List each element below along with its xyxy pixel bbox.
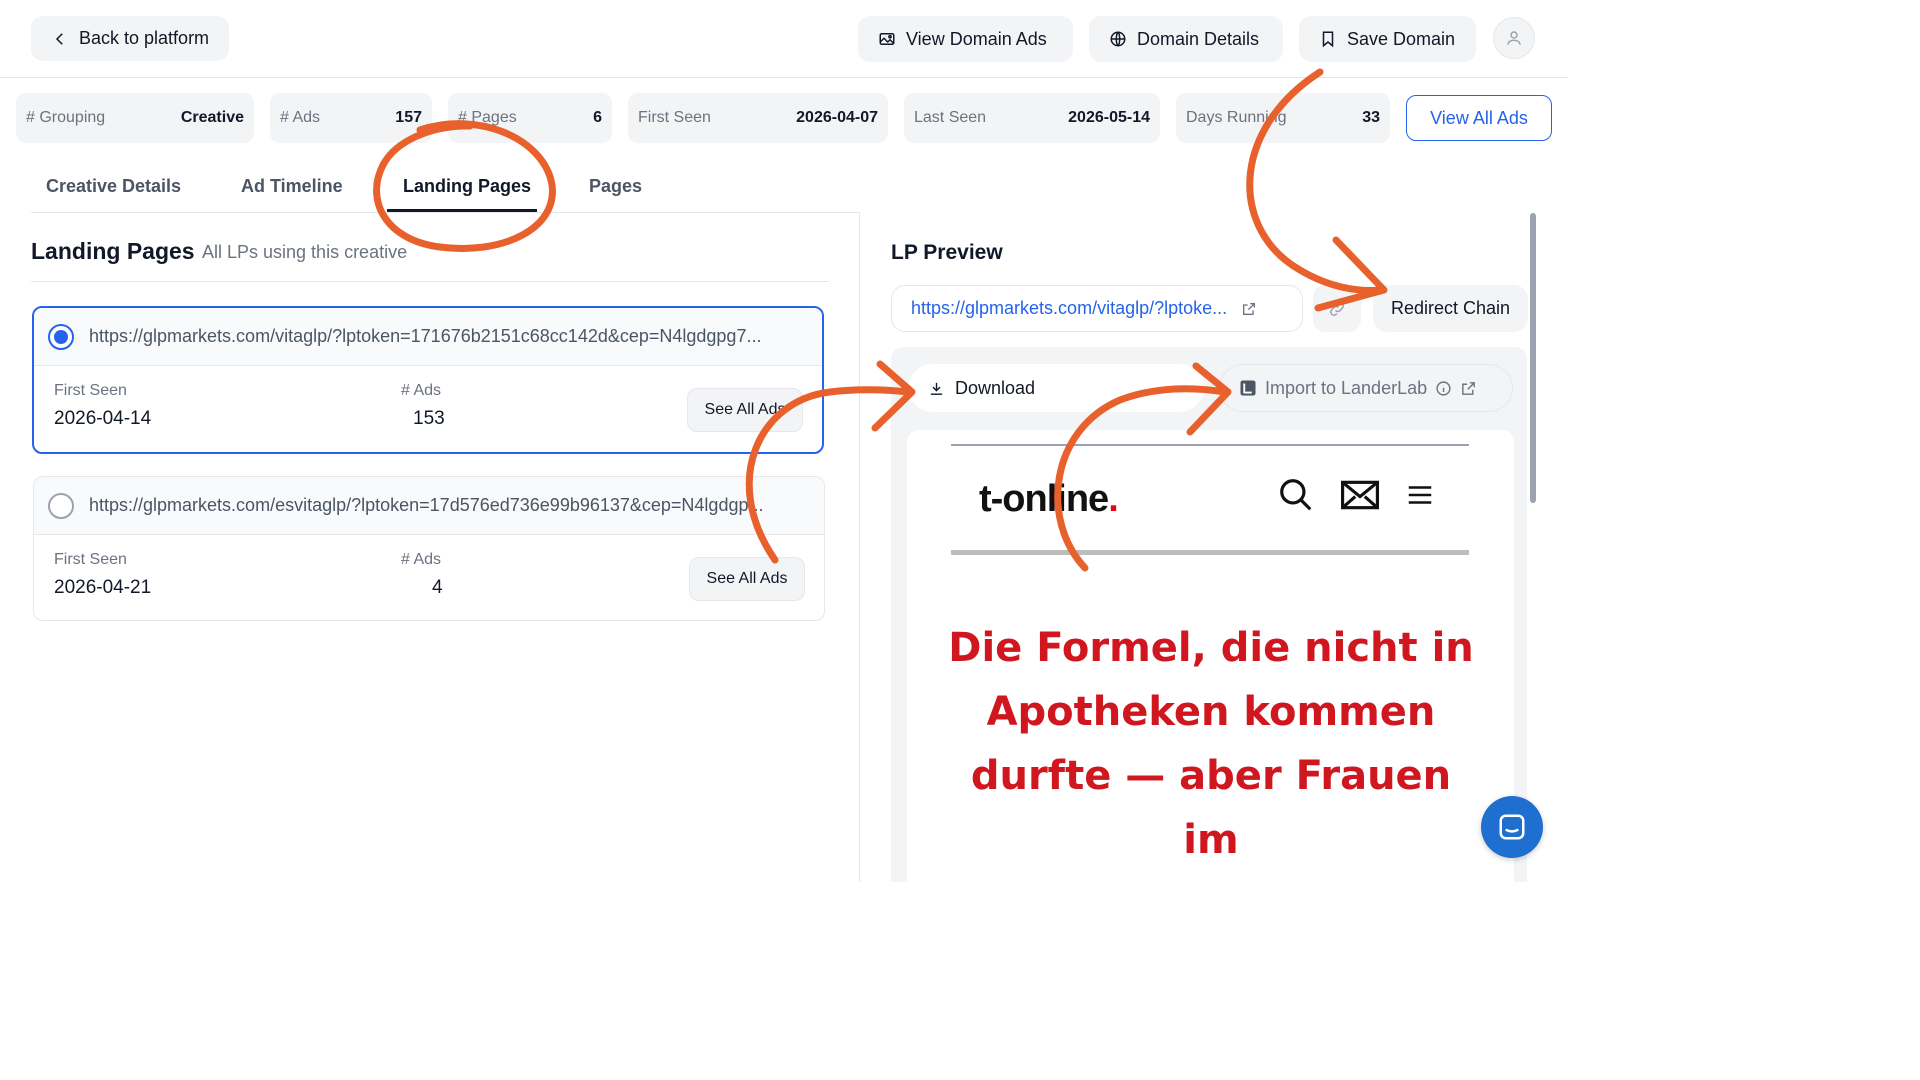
stat-ads: # Ads 157 xyxy=(270,93,432,143)
tab-bar: Creative Details Ad Timeline Landing Pag… xyxy=(31,160,860,213)
landing-page-preview: t-online. Die Formel, die nicht in Apoth… xyxy=(907,430,1514,882)
download-button[interactable]: Download xyxy=(908,364,1204,412)
stat-ads-label: # Ads xyxy=(280,109,321,126)
landing-pages-subtitle: All LPs using this creative xyxy=(202,242,408,262)
stat-pages-value: 6 xyxy=(593,109,602,126)
site-bottom-rule xyxy=(951,550,1469,555)
landing-page-card-body: First Seen 2026-04-21 # Ads 4 See All Ad… xyxy=(34,535,824,620)
preview-url[interactable]: https://glpmarkets.com/vitaglp/?lptoke..… xyxy=(911,298,1227,319)
stat-first-seen-value: 2026-04-07 xyxy=(796,109,878,126)
landing-page-radio[interactable] xyxy=(48,492,74,519)
search-icon xyxy=(1280,479,1312,511)
user-icon xyxy=(1507,31,1521,45)
lp-preview-title: LP Preview xyxy=(891,241,1003,264)
landing-pages-title: Landing Pages xyxy=(31,238,195,264)
site-top-rule xyxy=(951,444,1469,446)
domain-details-label: Domain Details xyxy=(1137,28,1260,49)
see-all-ads-button[interactable]: See All Ads xyxy=(689,557,805,601)
site-logo-text: t-online xyxy=(979,478,1109,520)
external-link-icon[interactable] xyxy=(1460,380,1477,397)
stat-first-seen-label: First Seen xyxy=(638,109,711,126)
save-domain-button[interactable]: Save Domain xyxy=(1299,16,1476,62)
copy-link-button[interactable] xyxy=(1313,285,1361,332)
stat-grouping-value: Creative xyxy=(180,109,244,126)
site-logo: t-online. xyxy=(979,478,1119,521)
domain-details-button[interactable]: Domain Details xyxy=(1089,16,1283,62)
tab-pages[interactable]: Pages xyxy=(589,176,642,197)
landing-page-card[interactable]: https://glpmarkets.com/vitaglp/?lptoken=… xyxy=(32,306,824,454)
download-label: Download xyxy=(955,377,1036,398)
landing-page-card-body: First Seen 2026-04-14 # Ads 153 See All … xyxy=(34,366,822,452)
stat-days-running-value: 33 xyxy=(1362,109,1380,126)
chat-icon xyxy=(1499,814,1525,840)
tab-creative-details[interactable]: Creative Details xyxy=(46,176,181,197)
bookmark-icon xyxy=(1322,31,1334,48)
landing-page-card-header: https://glpmarkets.com/esvitaglp/?lptoke… xyxy=(34,477,824,535)
stat-grouping: # Grouping Creative xyxy=(16,93,254,143)
landing-page-url[interactable]: https://glpmarkets.com/vitaglp/?lptoken=… xyxy=(89,326,809,347)
chat-launcher-button[interactable] xyxy=(1481,796,1543,858)
first-seen-label: First Seen xyxy=(54,551,127,568)
first-seen-value: 2026-04-14 xyxy=(54,408,152,429)
stat-pages: # Pages 6 xyxy=(448,93,612,143)
external-link-icon[interactable] xyxy=(1241,301,1257,317)
mail-icon xyxy=(1341,480,1379,510)
stat-pages-label: # Pages xyxy=(458,109,517,126)
stat-last-seen-value: 2026-05-14 xyxy=(1068,109,1150,126)
info-icon[interactable] xyxy=(1435,380,1452,397)
ads-count-value: 4 xyxy=(432,577,443,598)
save-domain-label: Save Domain xyxy=(1347,28,1456,49)
back-label: Back to platform xyxy=(79,28,210,48)
download-icon xyxy=(930,382,943,395)
first-seen-value: 2026-04-21 xyxy=(54,577,152,598)
stat-last-seen-label: Last Seen xyxy=(914,109,987,126)
stat-last-seen: Last Seen 2026-05-14 xyxy=(904,93,1160,143)
see-all-ads-button[interactable]: See All Ads xyxy=(687,388,803,432)
stat-first-seen: First Seen 2026-04-07 xyxy=(628,93,888,143)
import-landerlab-button[interactable]: Import to LanderLab xyxy=(1219,364,1513,412)
active-tab-indicator xyxy=(387,209,537,212)
stat-ads-value: 157 xyxy=(395,109,422,126)
ads-count-label: # Ads xyxy=(401,382,442,399)
chevron-left-icon xyxy=(55,32,63,45)
landing-page-url[interactable]: https://glpmarkets.com/esvitaglp/?lptoke… xyxy=(89,495,809,516)
view-domain-ads-label: View Domain Ads xyxy=(906,28,1047,49)
stat-grouping-label: # Grouping xyxy=(26,109,106,126)
menu-icon xyxy=(1408,486,1432,504)
avatar[interactable] xyxy=(1493,17,1535,59)
view-domain-ads-button[interactable]: View Domain Ads xyxy=(858,16,1073,62)
redirect-chain-button[interactable]: Redirect Chain xyxy=(1373,285,1528,332)
site-logo-dot: . xyxy=(1108,478,1119,520)
landing-page-card[interactable]: https://glpmarkets.com/esvitaglp/?lptoke… xyxy=(33,476,825,621)
stat-days-running-label: Days Running xyxy=(1186,109,1287,126)
landing-page-card-header: https://glpmarkets.com/vitaglp/?lptoken=… xyxy=(34,308,822,366)
first-seen-label: First Seen xyxy=(54,382,127,399)
landing-page-radio[interactable] xyxy=(48,323,74,350)
panel-divider xyxy=(859,213,860,882)
divider xyxy=(31,281,829,282)
image-icon xyxy=(879,33,895,45)
site-nav-icons xyxy=(1277,476,1435,514)
scrollbar-thumb[interactable] xyxy=(1530,213,1536,503)
import-label: Import to LanderLab xyxy=(1265,377,1428,398)
tab-landing-pages[interactable]: Landing Pages xyxy=(403,176,531,197)
view-all-ads-button[interactable]: View All Ads xyxy=(1406,95,1552,141)
globe-icon xyxy=(1110,31,1126,47)
landerlab-icon xyxy=(1240,380,1256,396)
site-headline: Die Formel, die nicht in Apotheken komme… xyxy=(948,625,1474,863)
ads-count-value: 153 xyxy=(413,408,445,429)
tab-ad-timeline[interactable]: Ad Timeline xyxy=(241,176,343,197)
back-to-platform-button[interactable]: Back to platform xyxy=(31,16,230,61)
stat-days-running: Days Running 33 xyxy=(1176,93,1390,143)
preview-url-field[interactable]: https://glpmarkets.com/vitaglp/?lptoke..… xyxy=(891,285,1303,332)
top-bar: Back to platform View Domain Ads Domain … xyxy=(0,0,1568,78)
ads-count-label: # Ads xyxy=(401,551,442,568)
link-icon xyxy=(1330,301,1344,316)
